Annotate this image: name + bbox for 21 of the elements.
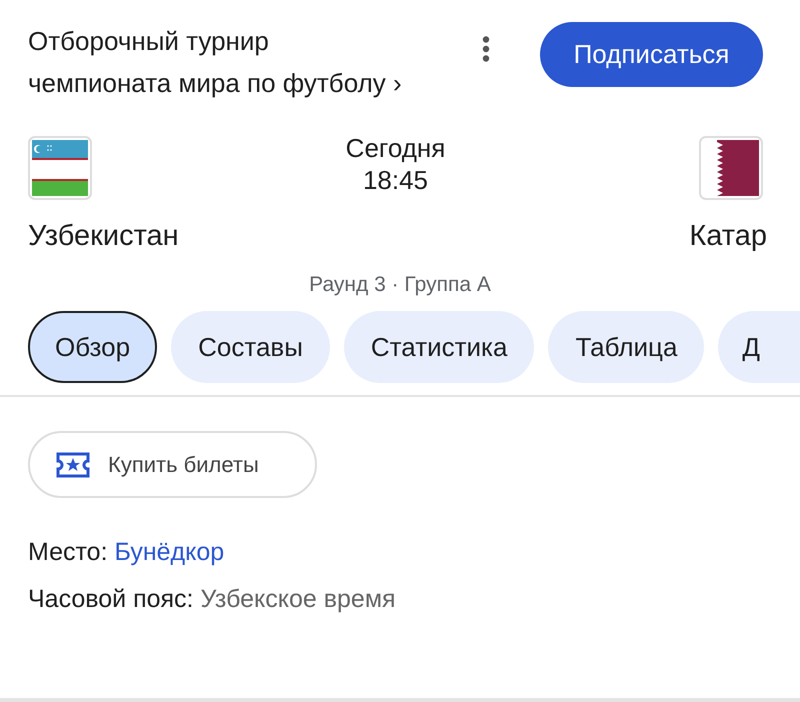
flag-icon <box>28 136 92 200</box>
tab[interactable]: Д <box>718 311 800 383</box>
tab[interactable]: Обзор <box>28 311 158 383</box>
match-time: 18:45 <box>362 164 430 196</box>
tab[interactable]: Составы <box>171 311 330 383</box>
info-value: Узбекское время <box>200 585 396 613</box>
buy-tickets-button[interactable]: Купить билеты <box>28 431 317 498</box>
info-label: Место: <box>28 538 109 566</box>
subscribe-button[interactable]: Подписаться <box>540 22 763 87</box>
team-name: Катар <box>689 220 767 253</box>
ticket-icon <box>56 452 90 478</box>
more-options-icon[interactable] <box>482 36 490 62</box>
team-name: Узбекистан <box>28 220 179 253</box>
tab[interactable]: Статистика <box>344 311 534 383</box>
competition-title[interactable]: Отборочный турнир чемпионата мира по футболу › <box>28 20 482 104</box>
match-day: Сегодня <box>346 132 446 164</box>
round-label: Раунд 3 · Группа A <box>308 273 492 297</box>
venue-link[interactable]: Бунёдкор <box>114 538 224 566</box>
flag-icon <box>699 136 763 200</box>
tab[interactable]: Таблица <box>548 311 704 383</box>
info-label: Часовой пояс: <box>28 585 194 613</box>
